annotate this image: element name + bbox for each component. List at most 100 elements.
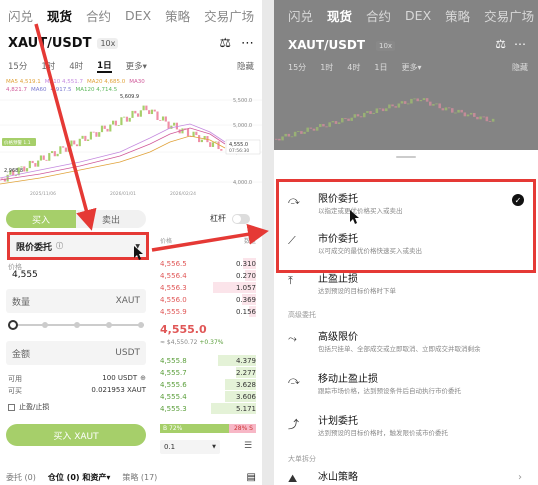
nav-item[interactable]: 合约: [366, 6, 391, 25]
buy-tab[interactable]: 买入: [6, 210, 76, 228]
candle: [161, 116, 165, 121]
candle: [331, 121, 335, 123]
buy-xaut-button[interactable]: 买入 XAUT: [6, 424, 146, 446]
ask-row[interactable]: 4,556.4 0.270: [160, 270, 256, 281]
timeframe-tab[interactable]: 更多▾: [126, 60, 147, 72]
order-type-select[interactable]: 限价委托 ⓘ ▼: [7, 232, 149, 260]
candle: [23, 166, 26, 172]
nav-item[interactable]: 现货: [47, 6, 72, 25]
timeframe-tab[interactable]: 15分: [8, 60, 27, 72]
order-option-title: 冰山策略: [318, 472, 358, 483]
candle: [429, 101, 432, 106]
order-option[interactable]: ⤒ 止盈止损 达到预设的目标价格时下单: [288, 270, 524, 300]
nav-item[interactable]: 闪兑: [288, 6, 313, 25]
bottom-tab[interactable]: 委托 (0): [6, 472, 36, 483]
quantity-unit: XAUT: [115, 296, 140, 306]
timeframe-tab[interactable]: 更多▾: [401, 62, 421, 73]
ask-price: 4,556.3: [160, 283, 187, 292]
timeframe-tab[interactable]: 1日: [374, 62, 387, 73]
tpsl-checkbox[interactable]: [8, 403, 15, 411]
bottom-tab[interactable]: 仓位 (0) 和资产▾: [48, 472, 110, 483]
add-funds-icon[interactable]: ⊕: [140, 374, 146, 384]
alert-badge[interactable]: 价格预警 1.1: [4, 139, 31, 146]
candle: [410, 98, 413, 104]
candle: [447, 107, 451, 109]
buy-ratio: B 72%: [160, 424, 230, 433]
timeframe-tab[interactable]: 15分: [288, 62, 306, 73]
sell-tab[interactable]: 卖出: [76, 210, 146, 228]
orderbook-layout-icon[interactable]: ☰: [244, 441, 252, 451]
candle: [372, 112, 375, 114]
price-chart[interactable]: 5,609.9 5,500.0 5,000.0 4,500.0 4,000.0 …: [0, 90, 262, 198]
orders-history-icon[interactable]: ▤: [247, 472, 256, 483]
info-icon: ⓘ: [56, 242, 64, 250]
candle: [34, 163, 37, 167]
hide-chart-toggle[interactable]: 隐藏: [237, 60, 254, 72]
hide-chart-toggle[interactable]: 隐藏: [512, 62, 528, 73]
amount-slider[interactable]: [8, 320, 144, 330]
order-option[interactable]: ⛰ 冰山策略 ›: [288, 468, 524, 485]
candle: [62, 146, 65, 148]
candle: [388, 104, 391, 109]
candle: [214, 141, 217, 143]
nav-item[interactable]: 闪兑: [8, 6, 33, 25]
nav-item[interactable]: 现货: [327, 6, 352, 25]
selected-check-icon: ✓: [512, 194, 524, 206]
candlestick-icon[interactable]: ⚖: [219, 36, 231, 51]
candle: [164, 116, 167, 122]
precision-select[interactable]: 0.1 ▼: [160, 440, 220, 454]
timeframe-tab[interactable]: 1日: [97, 59, 112, 73]
mid-usd: ≈ $4,550.72: [160, 339, 198, 346]
candle: [438, 103, 441, 109]
bottom-tab[interactable]: 策略 (17): [122, 472, 157, 483]
ask-row[interactable]: 4,556.3 1.057: [160, 282, 256, 293]
margin-toggle[interactable]: [232, 213, 250, 224]
tpsl-checkbox-row[interactable]: 止盈/止损: [8, 402, 49, 412]
candle: [341, 117, 344, 123]
nav-item[interactable]: 策略: [445, 6, 470, 25]
nav-item[interactable]: 策略: [165, 6, 190, 25]
slider-handle[interactable]: [8, 320, 18, 330]
ask-row[interactable]: 4,555.9 0.156: [160, 306, 256, 317]
order-option[interactable]: ⤳ 高级限价 包括只挂单、全部成交或立即取消、立即成交并取消剩余: [288, 328, 524, 358]
nav-item[interactable]: 交易广场: [484, 6, 534, 25]
buy-sell-tabs: 买入 卖出: [6, 210, 146, 228]
timeframe-tab[interactable]: 1时: [41, 60, 55, 72]
orderbook-qty-head: 数量: [243, 238, 256, 245]
bid-row[interactable]: 4,555.6 3.628: [160, 379, 256, 390]
more-icon[interactable]: ⋯: [241, 36, 254, 51]
order-option-title: 高级限价: [318, 332, 358, 343]
amount-unit: USDT: [115, 348, 140, 358]
ask-row[interactable]: 4,556.5 0.310: [160, 258, 256, 269]
available-label: 可用: [8, 375, 22, 383]
order-option[interactable]: ⟋ 市价委托 以可成交的最优价格快速买入或卖出: [288, 230, 524, 260]
timeframe-tab[interactable]: 1时: [320, 62, 333, 73]
sheet-handle[interactable]: [396, 156, 416, 158]
bid-price: 4,555.6: [160, 380, 187, 389]
candle: [92, 131, 95, 133]
amount-field[interactable]: 金额 USDT: [6, 341, 146, 365]
ask-row[interactable]: 4,556.0 0.369: [160, 294, 256, 305]
order-option[interactable]: ⤴ 计划委托 达到预设的目标价格时，触发限价或市价委托: [288, 412, 524, 442]
pair-title[interactable]: XAUT/USDT: [8, 36, 91, 51]
candle: [381, 108, 385, 112]
nav-item[interactable]: DEX: [125, 8, 151, 23]
order-option-desc: 达到预设的目标价格时，触发限价或市价委托: [318, 429, 448, 437]
bid-row[interactable]: 4,555.3 5.171: [160, 403, 256, 414]
buy-sell-ratio: B 72% 28% S: [160, 424, 256, 433]
order-option[interactable]: ⤼ 移动止盈止损 跟踪市场价格，达到预设条件后自动执行市价委托: [288, 370, 524, 400]
candle: [300, 131, 303, 134]
price-input[interactable]: 4,555: [12, 270, 38, 280]
bid-row[interactable]: 4,555.7 2.277: [160, 367, 256, 378]
nav-item[interactable]: 交易广场: [204, 6, 254, 25]
bid-row[interactable]: 4,555.8 4.379: [160, 355, 256, 366]
timeframe-tab[interactable]: 4时: [69, 60, 83, 72]
quantity-field[interactable]: 数量 XAUT: [6, 289, 146, 313]
candle: [98, 132, 101, 137]
order-option[interactable]: ⤼ 限价委托 以指定或更优价格买入或卖出 ✓: [288, 190, 524, 220]
nav-item[interactable]: DEX: [405, 8, 431, 23]
timeframe-tab[interactable]: 4时: [347, 62, 360, 73]
bid-row[interactable]: 4,555.4 3.606: [160, 391, 256, 402]
dropdown-arrow-icon: ▼: [135, 242, 140, 250]
nav-item[interactable]: 合约: [86, 6, 111, 25]
